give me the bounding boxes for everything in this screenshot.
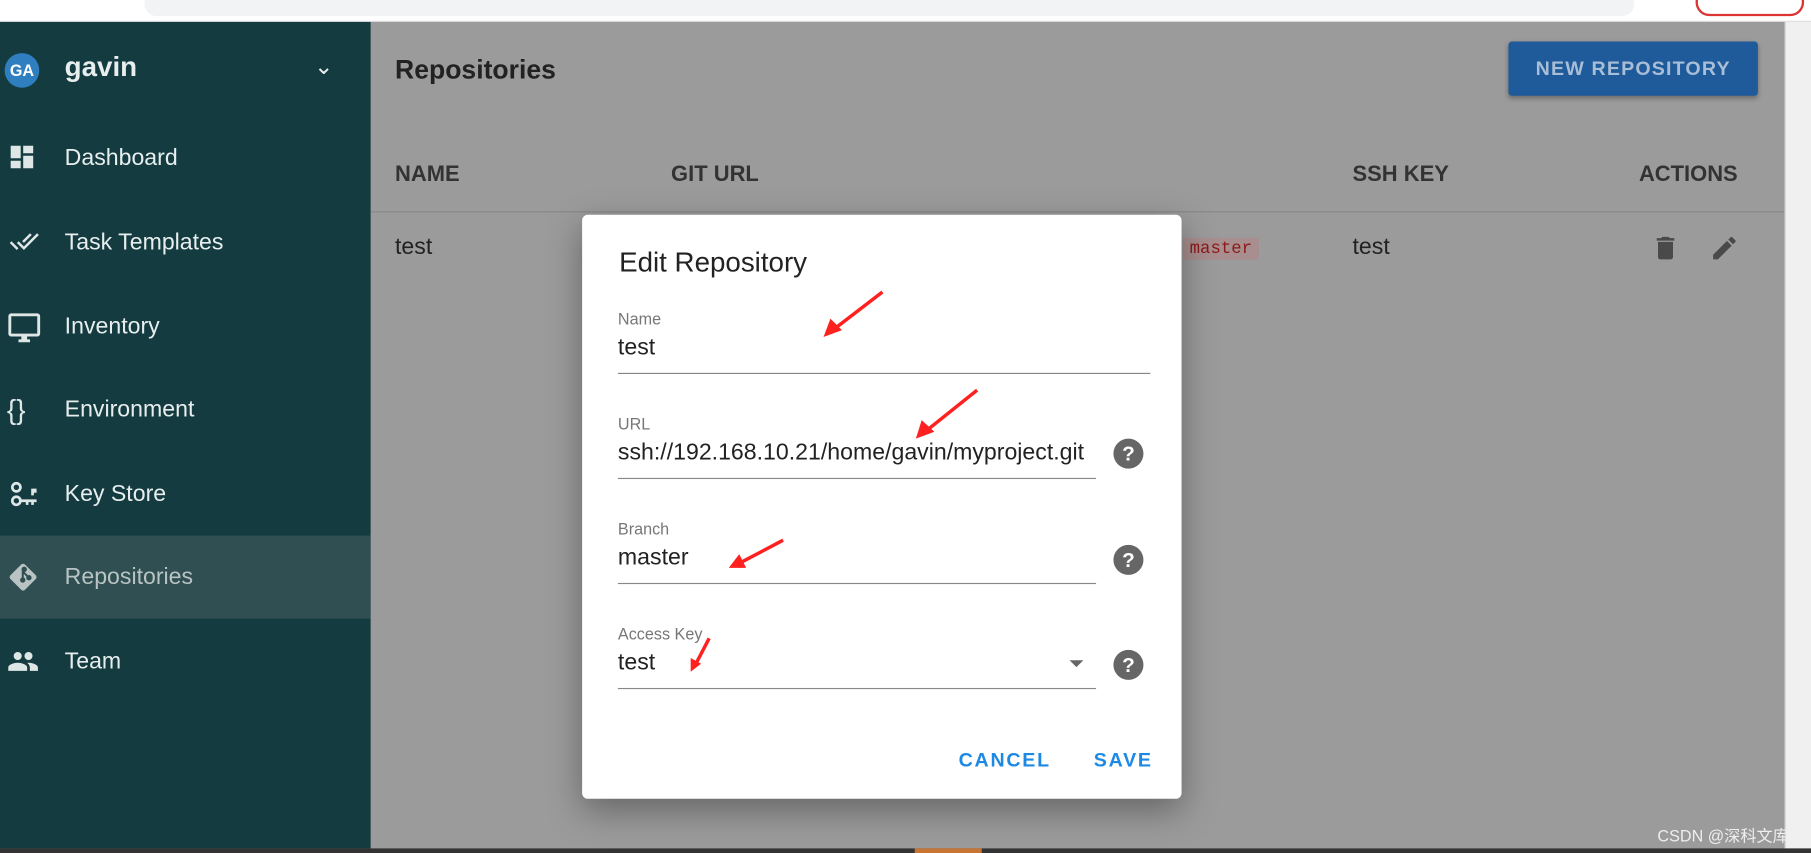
sidebar-item-label: Repositories	[64, 564, 194, 590]
sidebar-item-environment[interactable]: {} Environment	[0, 368, 371, 451]
edit-icon[interactable]	[1709, 233, 1739, 263]
dropdown-arrow-icon[interactable]	[1069, 660, 1084, 668]
people-icon	[7, 645, 42, 680]
help-icon[interactable]: ?	[1113, 438, 1144, 469]
delete-icon[interactable]	[1650, 233, 1680, 263]
user-name: gavin	[64, 51, 138, 84]
cell-name: test	[395, 234, 433, 260]
browser-profile-button[interactable]	[1695, 0, 1805, 17]
url-field[interactable]: URL ssh://192.168.10.21/home/gavin/mypro…	[617, 414, 1097, 480]
braces-icon: {}	[6, 394, 26, 426]
annotation-arrow-icon	[915, 388, 979, 439]
name-input[interactable]: test	[618, 335, 1150, 362]
sidebar-item-team[interactable]: Team	[0, 620, 371, 703]
annotation-arrow-icon	[690, 637, 711, 672]
column-header-ssh-key[interactable]: SSH KEY	[1353, 163, 1449, 188]
annotation-arrow-icon	[823, 290, 884, 338]
branch-field[interactable]: Branch master	[617, 519, 1097, 585]
sidebar-item-repositories[interactable]: Repositories	[0, 535, 371, 619]
avatar: GA	[4, 53, 40, 88]
dashboard-icon	[7, 142, 42, 177]
cancel-button[interactable]: CANCEL	[952, 748, 1058, 773]
user-menu[interactable]: GA gavin ⌄	[0, 47, 371, 89]
browser-toolbar	[0, 0, 1811, 22]
column-header-git-url[interactable]: GIT URL	[671, 163, 759, 188]
help-icon[interactable]: ?	[1113, 544, 1144, 575]
sidebar-item-label: Key Store	[64, 481, 167, 507]
page-title: Repositories	[395, 54, 556, 85]
field-label: Branch	[617, 519, 670, 538]
scrollbar[interactable]	[1784, 21, 1811, 849]
sidebar-item-label: Task Templates	[64, 229, 224, 256]
column-header-name[interactable]: NAME	[395, 163, 460, 188]
monitor-icon	[7, 311, 42, 346]
column-header-actions: ACTIONS	[1638, 162, 1738, 187]
edit-repository-dialog: Edit Repository Name test URL ssh://192.…	[582, 214, 1182, 799]
sidebar-item-inventory[interactable]: Inventory	[0, 285, 371, 368]
field-label: URL	[617, 414, 651, 433]
chevron-down-icon[interactable]: ⌄	[314, 52, 333, 81]
sidebar-item-key-store[interactable]: Key Store	[0, 452, 371, 535]
help-icon[interactable]: ?	[1113, 649, 1144, 680]
save-button[interactable]: SAVE	[1087, 748, 1160, 773]
git-icon	[7, 561, 42, 596]
double-check-icon	[7, 226, 42, 261]
branch-input[interactable]: master	[618, 545, 1096, 572]
url-input[interactable]: ssh://192.168.10.21/home/gavin/myproject…	[618, 440, 1096, 467]
sidebar-item-label: Dashboard	[64, 145, 178, 171]
sidebar-item-label: Team	[64, 648, 122, 675]
new-repository-button[interactable]: NEW REPOSITORY	[1508, 41, 1758, 96]
annotation-arrow-icon	[728, 538, 784, 568]
dialog-title: Edit Repository	[619, 247, 808, 279]
sidebar-item-task-templates[interactable]: Task Templates	[0, 201, 371, 284]
key-icon	[7, 478, 42, 513]
sidebar-item-dashboard[interactable]: Dashboard	[0, 117, 371, 200]
divider	[370, 211, 1785, 213]
sidebar-item-label: Inventory	[64, 313, 160, 340]
watermark: CSDN @深科文库	[1657, 826, 1789, 845]
cell-ssh-key: test	[1352, 234, 1390, 260]
taskbar	[0, 848, 1811, 853]
sidebar: GA gavin ⌄ Dashboard Task Templates Inve…	[0, 21, 371, 849]
address-bar[interactable]	[144, 0, 1635, 17]
branch-badge: master	[1182, 237, 1259, 260]
sidebar-item-label: Environment	[64, 397, 195, 423]
